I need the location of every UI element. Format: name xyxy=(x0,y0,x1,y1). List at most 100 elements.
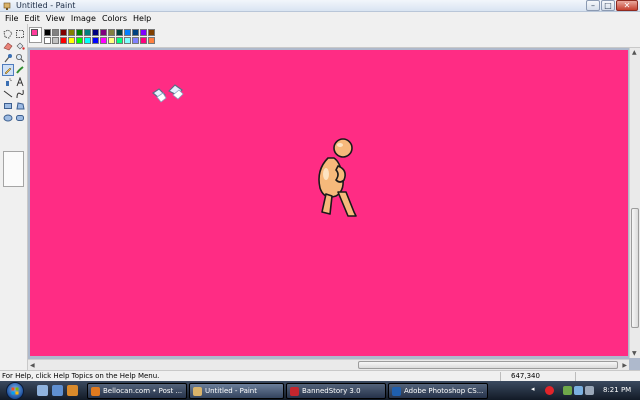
palette-swatch[interactable] xyxy=(92,29,99,36)
palette-swatch[interactable] xyxy=(140,37,147,44)
tray-expand-icon[interactable]: ◂ xyxy=(531,385,540,394)
taskbar: Bellocan.com • Post ... Untitled - Paint… xyxy=(0,381,640,400)
palette-swatch[interactable] xyxy=(52,29,59,36)
palette-swatch[interactable] xyxy=(100,29,107,36)
palette-swatch[interactable] xyxy=(68,37,75,44)
menu-help[interactable]: Help xyxy=(130,14,154,23)
palette-swatch[interactable] xyxy=(148,37,155,44)
paint-app-icon xyxy=(3,2,11,10)
scroll-left-icon[interactable]: ◀ xyxy=(30,362,35,369)
scroll-right-icon[interactable]: ▶ xyxy=(622,362,627,369)
pencil-tool-icon[interactable] xyxy=(2,64,14,76)
tray-network-icon[interactable] xyxy=(563,386,572,395)
tray-messenger-icon[interactable] xyxy=(574,386,583,395)
palette-swatch[interactable] xyxy=(44,29,51,36)
bannedstory-icon xyxy=(290,386,299,396)
canvas-workspace: ▲ ▼ ◀ ▶ xyxy=(28,48,640,370)
menu-edit[interactable]: Edit xyxy=(21,14,43,23)
text-tool-icon[interactable] xyxy=(14,76,26,88)
palette-swatch[interactable] xyxy=(100,37,107,44)
palette-swatch[interactable] xyxy=(68,29,75,36)
minimize-button[interactable]: – xyxy=(586,0,600,11)
palette-swatch[interactable] xyxy=(124,29,131,36)
paint-icon xyxy=(193,386,202,396)
character-sprite xyxy=(318,138,357,217)
menu-bar: File Edit View Image Colors Help xyxy=(0,12,640,24)
palette-swatch[interactable] xyxy=(60,37,67,44)
palette-swatch[interactable] xyxy=(52,37,59,44)
window-title: Untitled - Paint xyxy=(16,1,76,10)
volume-icon[interactable] xyxy=(585,386,594,395)
taskbar-button-label: Bellocan.com • Post ... xyxy=(103,387,183,395)
switch-windows-icon[interactable] xyxy=(52,385,63,396)
tool-options-box[interactable] xyxy=(3,151,24,187)
rectangle-tool-icon[interactable] xyxy=(2,100,14,112)
taskbar-button-bannedstory[interactable]: BannedStory 3.0 xyxy=(286,383,386,399)
palette-swatch[interactable] xyxy=(84,37,91,44)
toolbox xyxy=(0,24,28,370)
palette-swatch[interactable] xyxy=(76,29,83,36)
palette-swatch[interactable] xyxy=(44,37,51,44)
palette-swatches xyxy=(44,29,155,44)
palette-swatch[interactable] xyxy=(84,29,91,36)
maximize-button[interactable]: □ xyxy=(601,0,615,11)
taskbar-button-photoshop[interactable]: Adobe Photoshop CS... xyxy=(388,383,488,399)
palette-swatch[interactable] xyxy=(140,29,147,36)
palette-swatch[interactable] xyxy=(116,29,123,36)
status-help-text: For Help, click Help Topics on the Help … xyxy=(2,372,160,380)
palette-swatch[interactable] xyxy=(92,37,99,44)
taskbar-button-label: Untitled - Paint xyxy=(205,387,257,395)
close-button[interactable]: ✕ xyxy=(616,0,638,11)
menu-image[interactable]: Image xyxy=(68,14,99,23)
foreground-color-swatch[interactable] xyxy=(31,29,38,36)
fill-tool-icon[interactable] xyxy=(14,40,26,52)
palette-swatch[interactable] xyxy=(124,37,131,44)
firefox-icon xyxy=(91,386,100,396)
tray-app-icon[interactable] xyxy=(545,386,554,395)
taskbar-clock: 8:21 PM xyxy=(603,386,632,394)
status-divider xyxy=(500,372,501,381)
menu-colors[interactable]: Colors xyxy=(99,14,130,23)
vertical-scroll-thumb[interactable] xyxy=(631,208,639,328)
brush-tool-icon[interactable] xyxy=(14,64,26,76)
drawing-canvas[interactable] xyxy=(30,50,628,356)
menu-view[interactable]: View xyxy=(43,14,68,23)
ellipse-tool-icon[interactable] xyxy=(2,112,14,124)
polygon-tool-icon[interactable] xyxy=(14,100,26,112)
palette-swatch[interactable] xyxy=(148,29,155,36)
current-colors-box[interactable] xyxy=(29,27,42,43)
palette-swatch[interactable] xyxy=(76,37,83,44)
horizontal-scrollbar[interactable]: ◀ ▶ xyxy=(28,359,629,370)
menu-file[interactable]: File xyxy=(2,14,21,23)
curve-tool-icon[interactable] xyxy=(14,88,26,100)
title-bar: Untitled - Paint – □ ✕ xyxy=(0,0,640,12)
magnifier-tool-icon[interactable] xyxy=(14,52,26,64)
airbrush-tool-icon[interactable] xyxy=(2,76,14,88)
taskbar-button-label: Adobe Photoshop CS... xyxy=(404,387,484,395)
vertical-scrollbar[interactable]: ▲ ▼ xyxy=(629,48,640,358)
status-bar: For Help, click Help Topics on the Help … xyxy=(0,370,640,381)
taskbar-button-bellocan[interactable]: Bellocan.com • Post ... xyxy=(87,383,187,399)
firefox-quicklaunch-icon[interactable] xyxy=(67,385,78,396)
taskbar-button-label: BannedStory 3.0 xyxy=(302,387,361,395)
palette-swatch[interactable] xyxy=(108,37,115,44)
eraser-tool-icon[interactable] xyxy=(2,40,14,52)
status-divider xyxy=(575,372,576,381)
palette-swatch[interactable] xyxy=(132,37,139,44)
rounded-rectangle-tool-icon[interactable] xyxy=(14,112,26,124)
scroll-up-icon[interactable]: ▲ xyxy=(632,49,637,56)
start-button[interactable] xyxy=(6,382,24,400)
rect-select-tool-icon[interactable] xyxy=(14,28,26,40)
palette-swatch[interactable] xyxy=(108,29,115,36)
color-picker-tool-icon[interactable] xyxy=(2,52,14,64)
show-desktop-icon[interactable] xyxy=(37,385,48,396)
palette-swatch[interactable] xyxy=(60,29,67,36)
taskbar-button-paint[interactable]: Untitled - Paint xyxy=(189,383,284,399)
scroll-down-icon[interactable]: ▼ xyxy=(632,350,637,357)
free-select-tool-icon[interactable] xyxy=(2,28,14,40)
line-tool-icon[interactable] xyxy=(2,88,14,100)
palette-swatch[interactable] xyxy=(132,29,139,36)
horizontal-scroll-thumb[interactable] xyxy=(358,361,618,369)
palette-swatch[interactable] xyxy=(116,37,123,44)
photoshop-icon xyxy=(392,386,401,396)
